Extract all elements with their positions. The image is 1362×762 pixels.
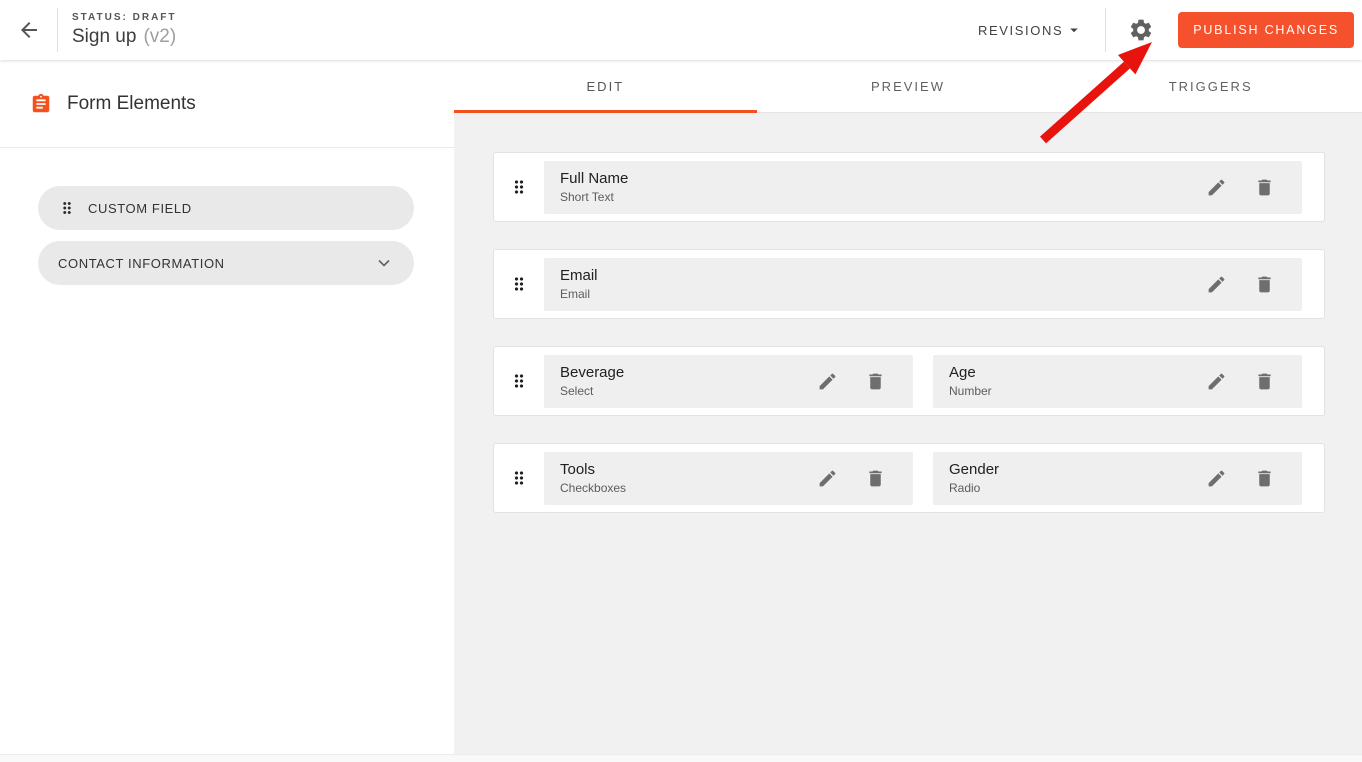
field-type: Number bbox=[949, 384, 1204, 398]
edit-field-button[interactable] bbox=[1204, 466, 1228, 490]
settings-gear-button[interactable] bbox=[1126, 15, 1156, 45]
field-panel-gender: Gender Radio bbox=[933, 452, 1302, 505]
form-status-block: STATUS: DRAFT Sign up (v2) bbox=[72, 12, 177, 48]
delete-field-button[interactable] bbox=[1252, 272, 1276, 296]
field-type: Short Text bbox=[560, 190, 1204, 204]
edit-field-button[interactable] bbox=[1204, 369, 1228, 393]
sidebar-item-custom-field[interactable]: CUSTOM FIELD bbox=[38, 186, 414, 230]
horizontal-scrollbar-track bbox=[0, 754, 1362, 762]
field-row: Beverage Select Age Number bbox=[493, 346, 1325, 416]
row-drag-handle[interactable] bbox=[494, 274, 544, 294]
field-panel-age: Age Number bbox=[933, 355, 1302, 408]
row-drag-handle[interactable] bbox=[494, 177, 544, 197]
field-title: Gender bbox=[949, 461, 1204, 478]
row-drag-handle[interactable] bbox=[494, 468, 544, 488]
form-elements-sidebar: Form Elements CUSTOM FIELD CONTACT INFOR… bbox=[0, 60, 454, 762]
trash-icon bbox=[865, 468, 886, 489]
header-divider-left bbox=[57, 8, 58, 52]
trash-icon bbox=[1254, 274, 1275, 295]
edit-field-button[interactable] bbox=[1204, 175, 1228, 199]
field-type: Email bbox=[560, 287, 1204, 301]
field-row: Tools Checkboxes Gender Radi bbox=[493, 443, 1325, 513]
revisions-dropdown[interactable]: REVISIONS bbox=[978, 21, 1083, 39]
row-drag-handle[interactable] bbox=[494, 371, 544, 391]
status-label: STATUS: DRAFT bbox=[72, 12, 177, 23]
trash-icon bbox=[1254, 468, 1275, 489]
field-title: Email bbox=[560, 267, 1204, 284]
element-pill-list: CUSTOM FIELD CONTACT INFORMATION bbox=[0, 148, 454, 285]
field-row: Email Email bbox=[493, 249, 1325, 319]
drag-handle-icon bbox=[509, 177, 529, 197]
back-arrow-icon bbox=[17, 18, 41, 42]
app-header: STATUS: DRAFT Sign up (v2) REVISIONS PUB… bbox=[0, 0, 1362, 60]
form-canvas: Full Name Short Text bbox=[454, 113, 1362, 762]
header-divider-right bbox=[1105, 8, 1106, 52]
tab-triggers[interactable]: TRIGGERS bbox=[1059, 60, 1362, 112]
clipboard-icon bbox=[30, 93, 52, 115]
back-button[interactable] bbox=[0, 0, 57, 60]
field-title: Beverage bbox=[560, 364, 815, 381]
drag-handle-icon bbox=[509, 274, 529, 294]
field-title: Age bbox=[949, 364, 1204, 381]
field-panel-beverage: Beverage Select bbox=[544, 355, 913, 408]
field-panel-full-name: Full Name Short Text bbox=[544, 161, 1302, 214]
field-panel-tools: Tools Checkboxes bbox=[544, 452, 913, 505]
field-type: Radio bbox=[949, 481, 1204, 495]
trash-icon bbox=[865, 371, 886, 392]
pencil-icon bbox=[1206, 177, 1227, 198]
pencil-icon bbox=[1206, 274, 1227, 295]
delete-field-button[interactable] bbox=[1252, 369, 1276, 393]
form-title: Sign up bbox=[72, 26, 136, 48]
edit-field-button[interactable] bbox=[815, 466, 839, 490]
field-type: Checkboxes bbox=[560, 481, 815, 495]
pencil-icon bbox=[817, 371, 838, 392]
sidebar-header: Form Elements bbox=[0, 60, 454, 148]
delete-field-button[interactable] bbox=[1252, 175, 1276, 199]
contact-information-label: CONTACT INFORMATION bbox=[58, 256, 225, 271]
field-type: Select bbox=[560, 384, 815, 398]
trash-icon bbox=[1254, 177, 1275, 198]
caret-down-icon bbox=[1065, 21, 1083, 39]
publish-changes-button[interactable]: PUBLISH CHANGES bbox=[1178, 12, 1354, 48]
drag-handle-icon bbox=[509, 468, 529, 488]
tab-bar: EDIT PREVIEW TRIGGERS bbox=[454, 60, 1362, 113]
chevron-down-icon bbox=[374, 253, 394, 273]
pencil-icon bbox=[1206, 468, 1227, 489]
delete-field-button[interactable] bbox=[863, 466, 887, 490]
field-title: Tools bbox=[560, 461, 815, 478]
form-builder-main: EDIT PREVIEW TRIGGERS Full Name Short Te… bbox=[454, 60, 1362, 762]
settings-gear-icon bbox=[1128, 17, 1154, 43]
drag-handle-icon bbox=[509, 371, 529, 391]
edit-field-button[interactable] bbox=[1204, 272, 1228, 296]
field-title: Full Name bbox=[560, 170, 1204, 187]
delete-field-button[interactable] bbox=[1252, 466, 1276, 490]
custom-field-label: CUSTOM FIELD bbox=[88, 201, 192, 216]
sidebar-title: Form Elements bbox=[67, 93, 196, 115]
revisions-label: REVISIONS bbox=[978, 23, 1063, 38]
edit-field-button[interactable] bbox=[815, 369, 839, 393]
trash-icon bbox=[1254, 371, 1275, 392]
sidebar-item-contact-information[interactable]: CONTACT INFORMATION bbox=[38, 241, 414, 285]
field-panel-email: Email Email bbox=[544, 258, 1302, 311]
form-version: (v2) bbox=[143, 26, 176, 48]
delete-field-button[interactable] bbox=[863, 369, 887, 393]
tab-edit[interactable]: EDIT bbox=[454, 60, 757, 112]
drag-handle-icon[interactable] bbox=[58, 199, 76, 217]
field-row: Full Name Short Text bbox=[493, 152, 1325, 222]
pencil-icon bbox=[1206, 371, 1227, 392]
pencil-icon bbox=[817, 468, 838, 489]
tab-preview[interactable]: PREVIEW bbox=[757, 60, 1060, 112]
